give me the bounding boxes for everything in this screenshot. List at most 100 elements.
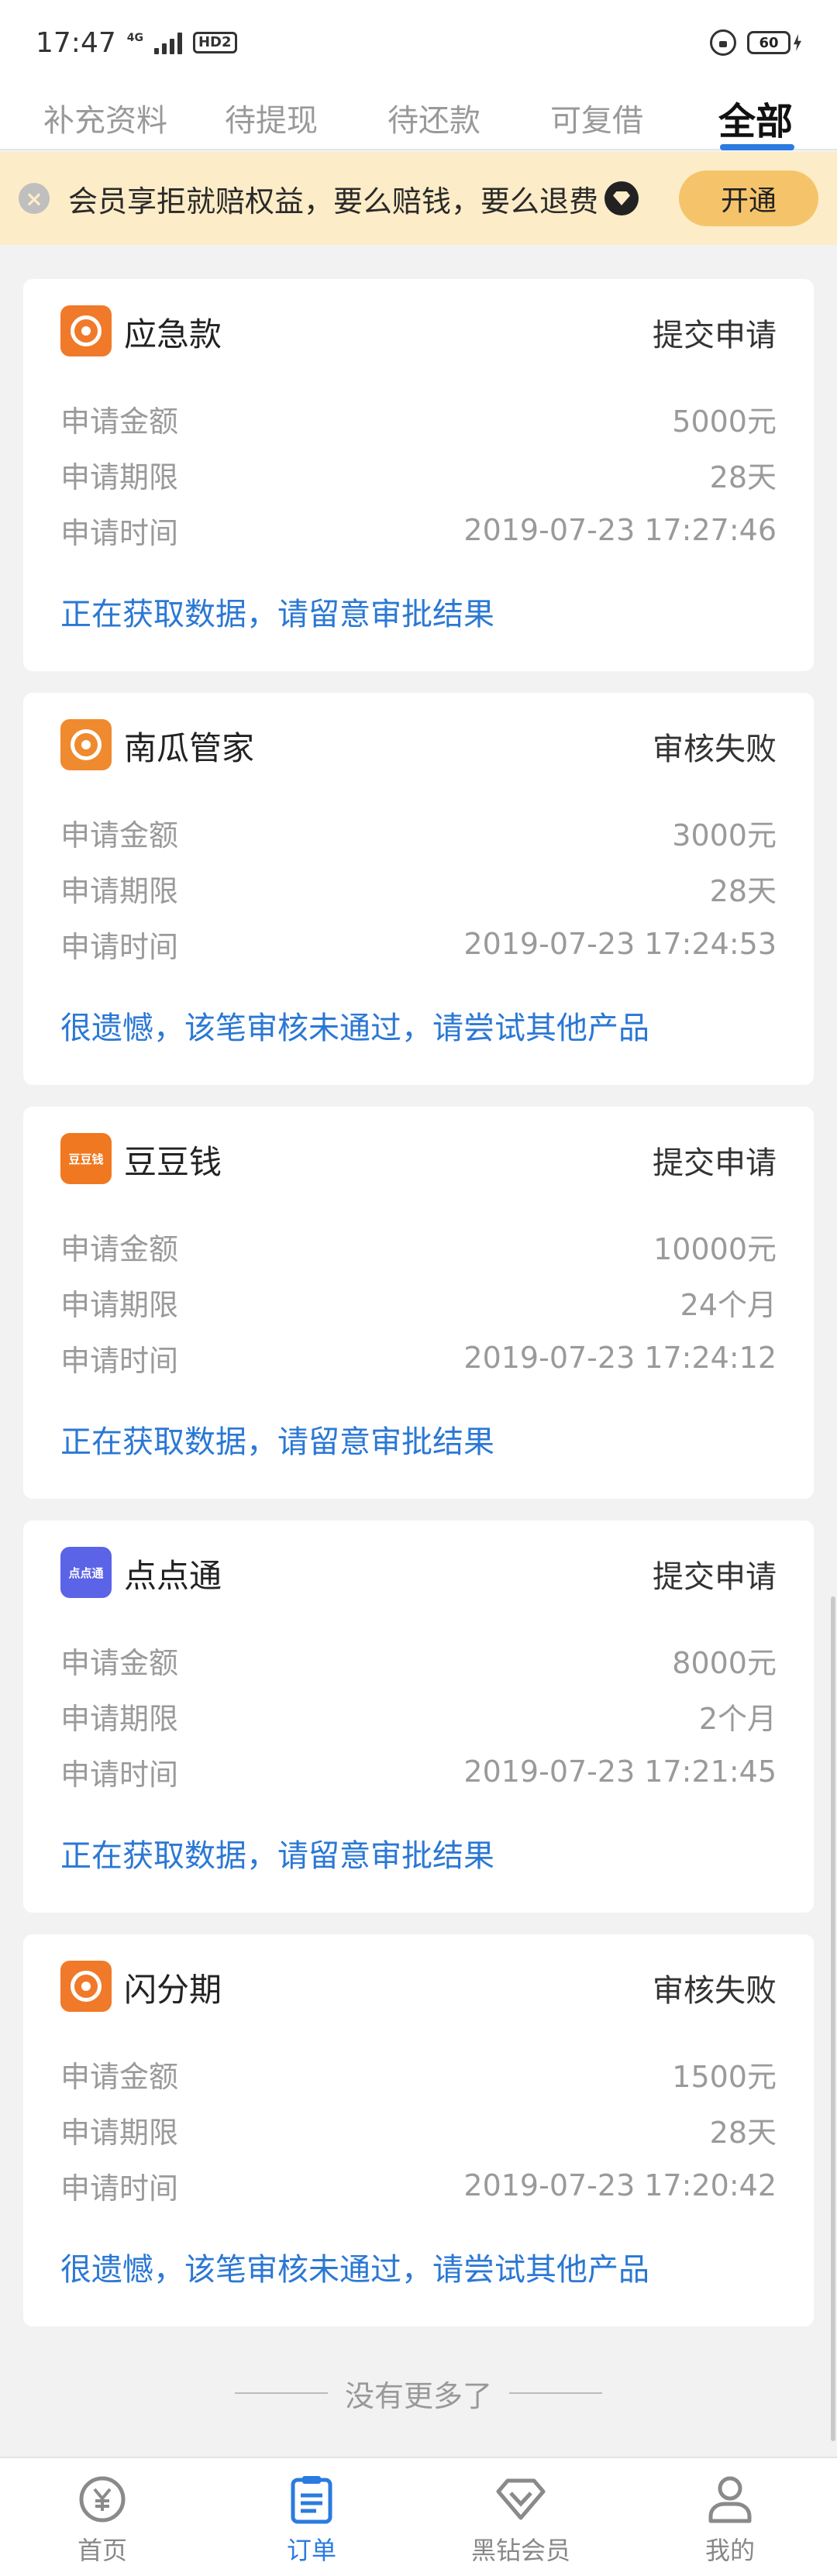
status-time: 17:47 [36, 26, 116, 59]
term-row: 申请期限 28天 [60, 451, 777, 498]
scrollbar[interactable] [831, 1596, 835, 2441]
time-value: 2019-07-23 17:27:46 [463, 513, 777, 547]
term-row: 申请期限 2个月 [60, 1693, 777, 1739]
tab-supplement[interactable]: 补充资料 [17, 85, 194, 150]
clipboard-icon [284, 2472, 339, 2526]
amount-label: 申请金额 [60, 1231, 179, 1266]
time-row: 申请时间 2019-07-23 17:24:12 [60, 1334, 777, 1381]
time-value: 2019-07-23 17:20:42 [463, 2168, 777, 2202]
close-icon[interactable]: × [19, 183, 50, 214]
charging-icon [794, 34, 801, 51]
status-note: 正在获取数据，请留意审批结果 [60, 597, 494, 632]
tab-pending-repay[interactable]: 待还款 [356, 85, 512, 150]
divider-line [234, 2392, 328, 2394]
amount-row: 申请金额 8000元 [60, 1637, 777, 1683]
amount-value: 8000元 [672, 1645, 777, 1680]
order-card[interactable]: 闪分期 审核失败 申请金额 1500元 申请期限 28天 申请时间 2019-07-2… [23, 1934, 814, 2326]
amount-label: 申请金额 [60, 818, 179, 852]
term-value: 28天 [709, 2115, 777, 2150]
product-name: 应急款 [124, 315, 222, 353]
time-label: 申请时间 [60, 1757, 179, 1792]
banner-text: 会员享拒就赔权益，要么赔钱，要么退费 [68, 184, 599, 219]
active-tab-indicator [720, 144, 794, 150]
order-status: 提交申请 [653, 1145, 777, 1181]
app-logo-icon: 豆豆钱 [60, 1133, 112, 1184]
term-label: 申请期限 [60, 2115, 179, 2150]
order-status: 审核失败 [653, 1973, 777, 2009]
open-vip-button[interactable]: 开通 [679, 170, 818, 226]
tab-all[interactable]: 全部 [682, 85, 829, 150]
order-tabs: 补充资料 待提现 待还款 可复借 全部 [0, 85, 837, 150]
tab-reborrow[interactable]: 可复借 [519, 85, 674, 150]
status-note: 正在获取数据，请留意审批结果 [60, 1424, 494, 1460]
nav-home-label: 首页 [77, 2536, 127, 2565]
battery-icon: 60 [747, 31, 801, 54]
time-label: 申请时间 [60, 515, 179, 550]
status-bar: 17:47 4G HD2 60 [0, 0, 837, 85]
nav-black-diamond-label: 黑钻会员 [470, 2536, 570, 2565]
nav-home[interactable]: 首页 [25, 2458, 180, 2576]
term-value: 2个月 [698, 1701, 777, 1736]
end-of-list: 没有更多了 [0, 2370, 837, 2416]
status-note: 正在获取数据，请留意审批结果 [60, 1838, 494, 1874]
bottom-nav: 首页 订单 黑钻会员 我的 [0, 2457, 837, 2576]
term-label: 申请期限 [60, 460, 179, 494]
time-row: 申请时间 2019-07-23 17:24:53 [60, 921, 777, 967]
amount-row: 申请金额 3000元 [60, 809, 777, 856]
status-note: 很遗憾，该笔审核未通过，请尝试其他产品 [60, 2252, 649, 2288]
nav-orders-label: 订单 [286, 2536, 336, 2565]
order-status: 审核失败 [653, 732, 777, 767]
nav-mine-label: 我的 [704, 2536, 755, 2565]
product-name: 南瓜管家 [124, 729, 255, 767]
time-row: 申请时间 2019-07-23 17:20:42 [60, 2162, 777, 2209]
yuan-coin-icon [75, 2472, 129, 2526]
time-value: 2019-07-23 17:24:53 [463, 927, 777, 961]
amount-label: 申请金额 [60, 404, 179, 439]
battery-level: 60 [747, 31, 790, 54]
divider-line [509, 2392, 602, 2394]
network-type: 4G [126, 31, 143, 44]
term-row: 申请期限 28天 [60, 2106, 777, 2153]
signal-icon [153, 31, 182, 54]
term-label: 申请期限 [60, 1287, 179, 1322]
order-card[interactable]: 应急款 提交申请 申请金额 5000元 申请期限 28天 申请时间 2019-07-2… [23, 279, 814, 671]
term-row: 申请期限 28天 [60, 865, 777, 911]
amount-row: 申请金额 1500元 [60, 2051, 777, 2097]
tab-pending-withdraw[interactable]: 待提现 [194, 85, 349, 150]
status-note: 很遗憾，该笔审核未通过，请尝试其他产品 [60, 1011, 649, 1046]
amount-label: 申请金额 [60, 1645, 179, 1680]
order-card[interactable]: 南瓜管家 审核失败 申请金额 3000元 申请期限 28天 申请时间 2019-07-… [23, 693, 814, 1085]
time-label: 申请时间 [60, 929, 179, 964]
order-status: 提交申请 [653, 1559, 777, 1595]
time-row: 申请时间 2019-07-23 17:27:46 [60, 507, 777, 553]
hd-voice-badge: HD2 [192, 32, 237, 53]
order-status: 提交申请 [653, 318, 777, 353]
app-logo-icon [60, 1961, 112, 2012]
amount-value: 3000元 [672, 818, 777, 852]
order-card[interactable]: 点点通 点点通 提交申请 申请金额 8000元 申请期限 2个月 申请时间 2019-… [23, 1520, 814, 1913]
vip-banner: × 会员享拒就赔权益，要么赔钱，要么退费 开通 [0, 152, 837, 245]
time-value: 2019-07-23 17:24:12 [463, 1341, 777, 1375]
nav-orders[interactable]: 订单 [234, 2458, 389, 2576]
order-card[interactable]: 豆豆钱 豆豆钱 提交申请 申请金额 10000元 申请期限 24个月 申请时间 201… [23, 1107, 814, 1499]
term-label: 申请期限 [60, 1701, 179, 1736]
amount-value: 5000元 [672, 404, 777, 439]
orders-screen: 17:47 4G HD2 60 补充资料 待提现 待还款 可复借 全部 × 会员… [0, 0, 837, 2576]
amount-row: 申请金额 5000元 [60, 395, 777, 442]
product-name: 豆豆钱 [124, 1143, 222, 1181]
amount-value: 10000元 [653, 1231, 777, 1266]
time-value: 2019-07-23 17:21:45 [463, 1755, 777, 1789]
rotation-lock-icon [710, 29, 736, 56]
nav-black-diamond[interactable]: 黑钻会员 [443, 2458, 598, 2576]
person-icon [703, 2472, 757, 2526]
amount-value: 1500元 [672, 2059, 777, 2094]
time-row: 申请时间 2019-07-23 17:21:45 [60, 1748, 777, 1795]
app-logo-icon [60, 305, 112, 356]
term-value: 28天 [709, 460, 777, 494]
time-label: 申请时间 [60, 2171, 179, 2206]
amount-row: 申请金额 10000元 [60, 1223, 777, 1269]
nav-mine[interactable]: 我的 [653, 2458, 808, 2576]
term-value: 28天 [709, 873, 777, 908]
product-name: 闪分期 [124, 1971, 222, 2009]
product-name: 点点通 [124, 1557, 222, 1595]
